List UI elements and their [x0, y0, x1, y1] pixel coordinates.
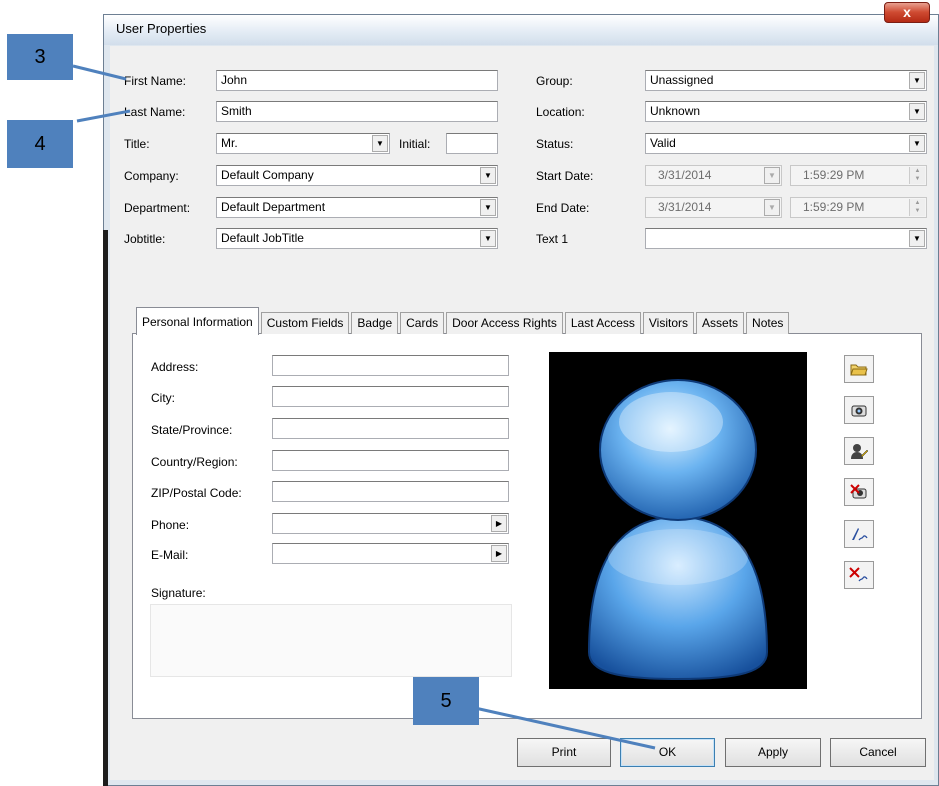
callout-arrows — [72, 64, 656, 750]
callout-3: 3 — [7, 34, 73, 80]
callout-5: 5 — [413, 677, 479, 725]
callout-4: 4 — [7, 120, 73, 168]
